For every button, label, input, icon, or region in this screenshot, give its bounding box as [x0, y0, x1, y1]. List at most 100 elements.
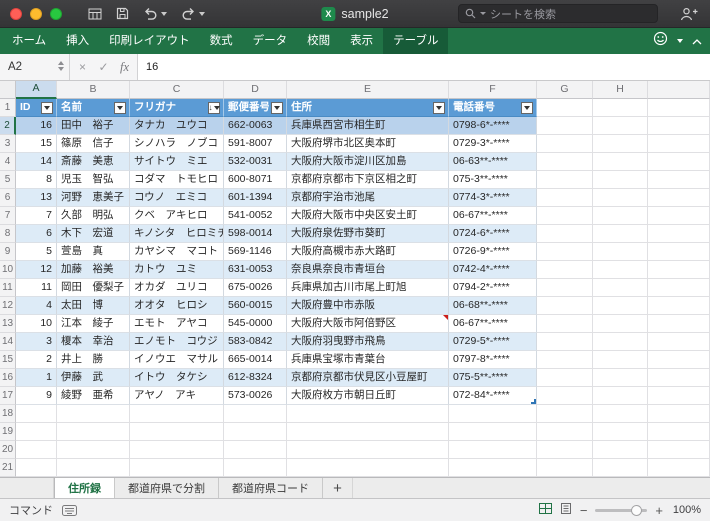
cell-E10[interactable]: 奈良県奈良市青垣台	[287, 261, 449, 279]
cell-B8[interactable]: 木下 宏道	[57, 225, 130, 243]
cell-D19[interactable]	[224, 423, 287, 441]
cell-F19[interactable]	[449, 423, 537, 441]
cell-extra-18[interactable]	[648, 405, 710, 423]
cell-extra-21[interactable]	[648, 459, 710, 477]
sheet-tab-都道府県で分割[interactable]: 都道府県で分割	[115, 478, 219, 498]
ribbon-tab-印刷レイアウト[interactable]: 印刷レイアウト	[99, 28, 200, 54]
column-header-G[interactable]: G	[537, 81, 593, 99]
cell-extra-19[interactable]	[648, 423, 710, 441]
row-header-17[interactable]: 17	[0, 387, 16, 405]
filter-button[interactable]	[521, 101, 533, 114]
cell-D20[interactable]	[224, 441, 287, 459]
filter-button[interactable]	[271, 101, 283, 114]
cell-H2[interactable]	[593, 117, 648, 135]
cell-G6[interactable]	[537, 189, 593, 207]
column-header-C[interactable]: C	[130, 81, 224, 99]
cell-A11[interactable]: 11	[16, 279, 57, 297]
cell-H7[interactable]	[593, 207, 648, 225]
cell-F17[interactable]: 072-84*-****	[449, 387, 537, 405]
cell-E9[interactable]: 大阪府高槻市赤大路町	[287, 243, 449, 261]
cell-F12[interactable]: 06-68**-****	[449, 297, 537, 315]
cell-E6[interactable]: 京都府宇治市池尾	[287, 189, 449, 207]
ribbon-tab-データ[interactable]: データ	[243, 28, 298, 54]
row-header-9[interactable]: 9	[0, 243, 16, 261]
cell-C10[interactable]: カトウ ユミ	[130, 261, 224, 279]
cell-G3[interactable]	[537, 135, 593, 153]
cell-D3[interactable]: 591-8007	[224, 135, 287, 153]
cell-C2[interactable]: タナカ ユウコ	[130, 117, 224, 135]
cell-H6[interactable]	[593, 189, 648, 207]
cell-D12[interactable]: 560-0015	[224, 297, 287, 315]
cell-F10[interactable]: 0742-4*-****	[449, 261, 537, 279]
cell-G19[interactable]	[537, 423, 593, 441]
cell-G13[interactable]	[537, 315, 593, 333]
cell-D8[interactable]: 598-0014	[224, 225, 287, 243]
filter-sorted-button[interactable]: ↓	[208, 101, 220, 114]
sheet-tab-都道府県コード[interactable]: 都道府県コード	[219, 478, 323, 498]
cell-H18[interactable]	[593, 405, 648, 423]
cell-C4[interactable]: サイトウ ミエ	[130, 153, 224, 171]
cell-extra-14[interactable]	[648, 333, 710, 351]
cell-extra-6[interactable]	[648, 189, 710, 207]
zoom-slider[interactable]	[595, 504, 648, 516]
cell-B11[interactable]: 岡田 優梨子	[57, 279, 130, 297]
cell-H12[interactable]	[593, 297, 648, 315]
cell-A3[interactable]: 15	[16, 135, 57, 153]
table-header-名前[interactable]: 名前	[57, 99, 130, 117]
column-header-F[interactable]: F	[449, 81, 537, 99]
cell-A13[interactable]: 10	[16, 315, 57, 333]
cell-G16[interactable]	[537, 369, 593, 387]
cell-A9[interactable]: 5	[16, 243, 57, 261]
cell-D15[interactable]: 665-0014	[224, 351, 287, 369]
row-header-6[interactable]: 6	[0, 189, 16, 207]
cell-D7[interactable]: 541-0052	[224, 207, 287, 225]
cell-extra-10[interactable]	[648, 261, 710, 279]
row-header-18[interactable]: 18	[0, 405, 16, 423]
minimize-window-button[interactable]	[30, 7, 42, 20]
cell-C13[interactable]: エモト アヤコ	[130, 315, 224, 333]
row-header-15[interactable]: 15	[0, 351, 16, 369]
cell-F2[interactable]: 0798-6*-****	[449, 117, 537, 135]
cell-B19[interactable]	[57, 423, 130, 441]
cell-A7[interactable]: 7	[16, 207, 57, 225]
cell-B18[interactable]	[57, 405, 130, 423]
cell-C7[interactable]: クベ アキヒロ	[130, 207, 224, 225]
table-header-フリガナ[interactable]: フリガナ ↓	[130, 99, 224, 117]
sheet-search-field[interactable]: シートを検索	[458, 4, 658, 23]
formula-input[interactable]: 16	[138, 54, 710, 80]
cell-A19[interactable]	[16, 423, 57, 441]
cell-G14[interactable]	[537, 333, 593, 351]
cell-G1[interactable]	[537, 99, 593, 117]
cell-E19[interactable]	[287, 423, 449, 441]
row-header-16[interactable]: 16	[0, 369, 16, 387]
cell-C12[interactable]: オオタ ヒロシ	[130, 297, 224, 315]
row-header-10[interactable]: 10	[0, 261, 16, 279]
cell-E20[interactable]	[287, 441, 449, 459]
cell-A16[interactable]: 1	[16, 369, 57, 387]
cell-extra-11[interactable]	[648, 279, 710, 297]
cell-A15[interactable]: 2	[16, 351, 57, 369]
table-resize-handle[interactable]	[531, 399, 536, 404]
row-header-13[interactable]: 13	[0, 315, 16, 333]
cell-D4[interactable]: 532-0031	[224, 153, 287, 171]
stepper-up-icon[interactable]	[58, 61, 64, 65]
cell-D11[interactable]: 675-0026	[224, 279, 287, 297]
collapse-ribbon-icon[interactable]	[692, 32, 702, 50]
cell-A8[interactable]: 6	[16, 225, 57, 243]
cell-C21[interactable]	[130, 459, 224, 477]
cell-B4[interactable]: 斎藤 美恵	[57, 153, 130, 171]
cell-A12[interactable]: 4	[16, 297, 57, 315]
row-header-19[interactable]: 19	[0, 423, 16, 441]
close-window-button[interactable]	[10, 7, 22, 20]
cell-F8[interactable]: 0724-6*-****	[449, 225, 537, 243]
redo-dropdown-icon[interactable]	[199, 11, 205, 16]
cell-H13[interactable]	[593, 315, 648, 333]
cell-F4[interactable]: 06-63**-****	[449, 153, 537, 171]
filter-button[interactable]	[114, 101, 126, 114]
cell-B12[interactable]: 太田 博	[57, 297, 130, 315]
cell-A6[interactable]: 13	[16, 189, 57, 207]
cell-E4[interactable]: 大阪府大阪市淀川区加島	[287, 153, 449, 171]
table-header-郵便番号[interactable]: 郵便番号	[224, 99, 287, 117]
cell-B15[interactable]: 井上 勝	[57, 351, 130, 369]
cell-F6[interactable]: 0774-3*-****	[449, 189, 537, 207]
